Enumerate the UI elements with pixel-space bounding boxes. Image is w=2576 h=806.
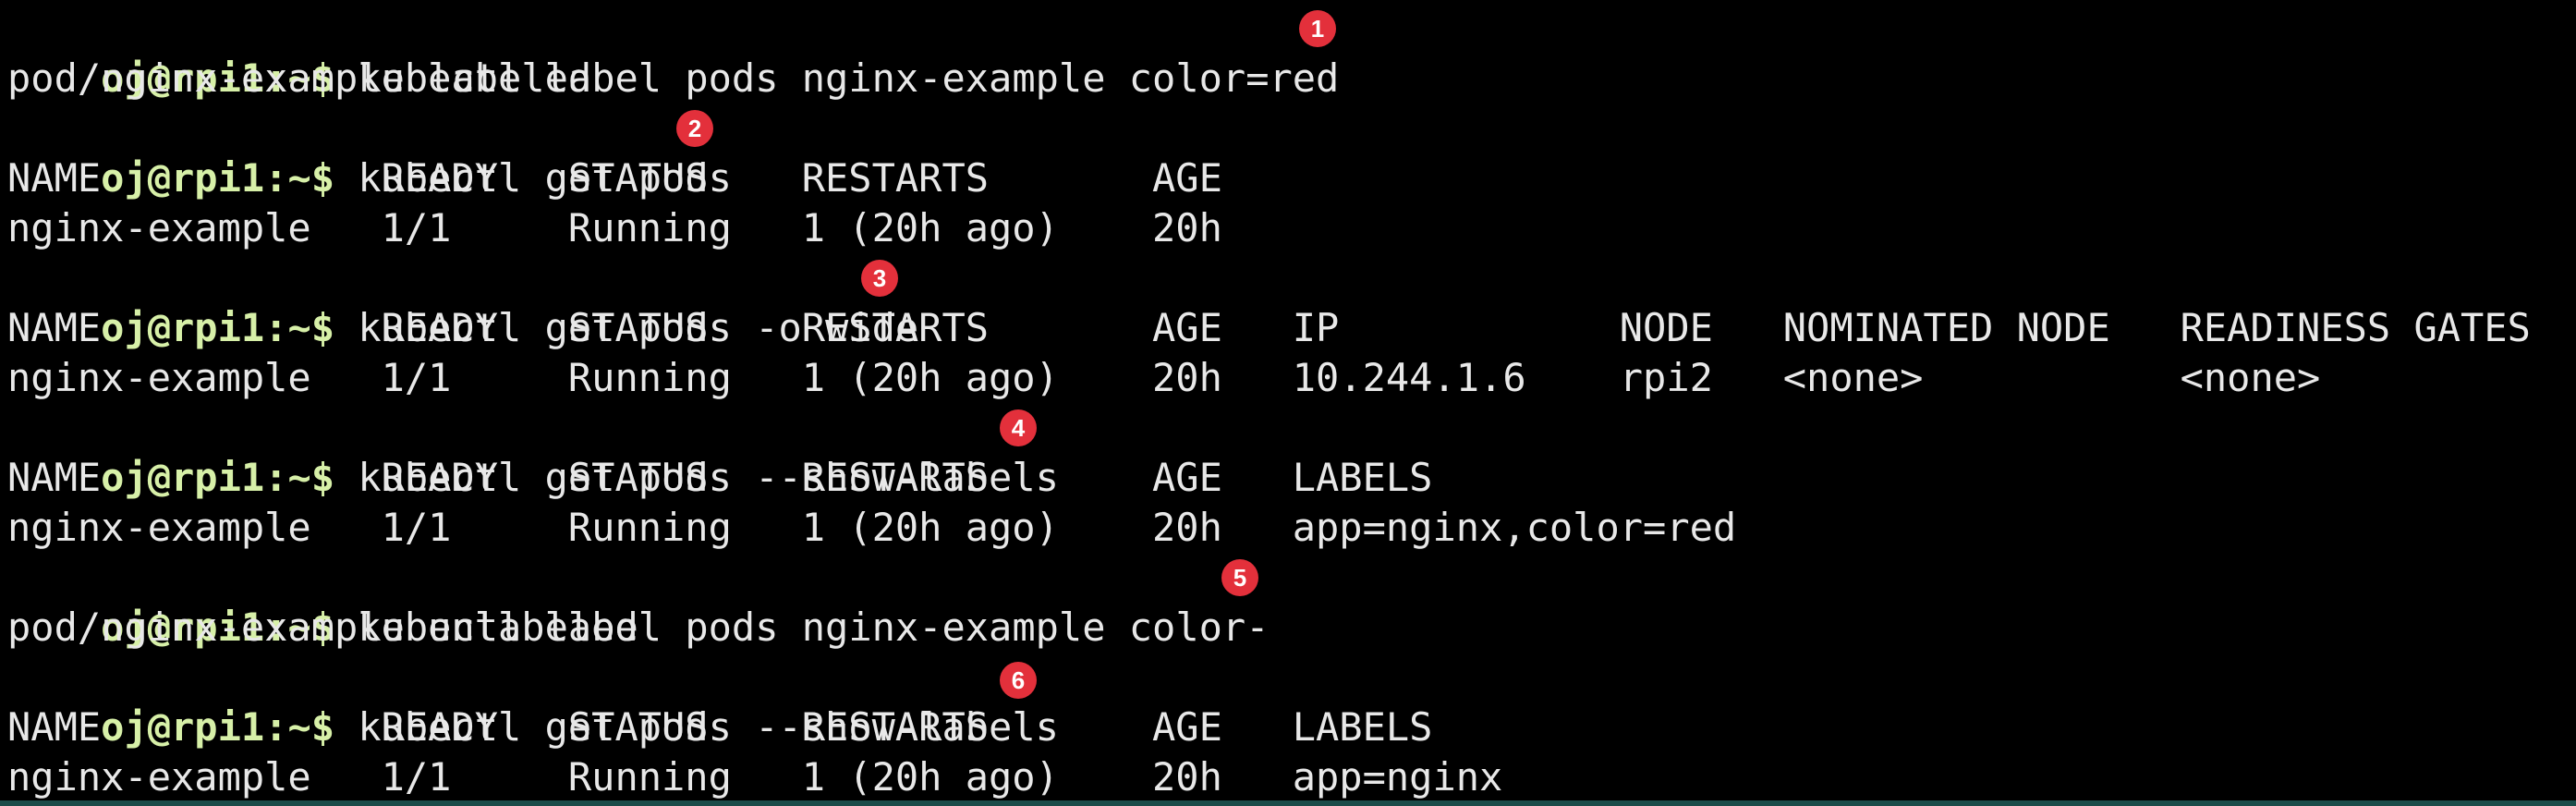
command-line-2: oj@rpi1:~$ kubectl get pods [7, 104, 732, 201]
table-row: nginx-example 1/1 Running 1 (20h ago) 20… [7, 205, 1222, 250]
table-row-labels: nginx-example 1/1 Running 1 (20h ago) 20… [7, 754, 1503, 800]
output-unlabeled: pod/nginx-example unlabeled [7, 604, 638, 650]
step-badge-6: 6 [1000, 662, 1037, 699]
table-header: NAME READY STATUS RESTARTS AGE [7, 155, 1222, 201]
step-badge-5: 5 [1221, 559, 1258, 596]
table-row-labels: nginx-example 1/1 Running 1 (20h ago) 20… [7, 505, 1737, 550]
table-header-labels: NAME READY STATUS RESTARTS AGE LABELS [7, 704, 1433, 750]
table-row-wide: nginx-example 1/1 Running 1 (20h ago) 20… [7, 355, 2321, 400]
terminal-window[interactable]: oj@rpi1:~$ kubectl label pods nginx-exam… [0, 0, 2576, 800]
output-labeled: pod/nginx-example labeled [7, 55, 592, 101]
step-badge-3: 3 [861, 260, 898, 297]
terminal-bottom-border [0, 800, 2576, 806]
command-line-6: oj@rpi1:~$ kubectl get pods --show-label… [7, 653, 1059, 750]
table-header-labels: NAME READY STATUS RESTARTS AGE LABELS [7, 455, 1433, 500]
command-line-1: oj@rpi1:~$ kubectl label pods nginx-exam… [7, 4, 1339, 101]
step-badge-2: 2 [676, 110, 713, 147]
table-header-wide: NAME READY STATUS RESTARTS AGE IP NODE N… [7, 305, 2531, 350]
command-line-3: oj@rpi1:~$ kubectl get pods -o wide [7, 253, 918, 350]
step-badge-1: 1 [1299, 10, 1336, 47]
command-line-5: oj@rpi1:~$ kubectl label pods nginx-exam… [7, 553, 1269, 650]
command-line-4: oj@rpi1:~$ kubectl get pods --show-label… [7, 403, 1059, 500]
step-badge-4: 4 [1000, 409, 1037, 446]
